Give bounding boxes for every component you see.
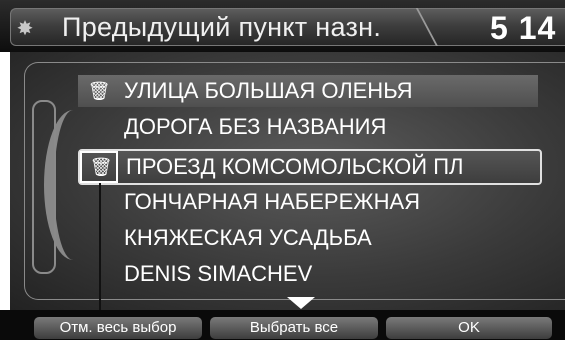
- select-all-button[interactable]: Выбрать все: [210, 317, 378, 339]
- list-item[interactable]: ДОРОГА БЕЗ НАЗВАНИЯ: [78, 111, 538, 143]
- trash-icon: 🗑: [87, 81, 111, 101]
- list-item[interactable]: КНЯЖЕСКАЯ УСАДЬБА: [78, 222, 538, 254]
- scroll-down-arrow-icon[interactable]: [287, 297, 315, 309]
- list-item[interactable]: ГОНЧАРНАЯ НАБЕРЕЖНАЯ: [78, 186, 538, 218]
- page-title: Предыдущий пункт назн.: [62, 12, 382, 42]
- list-item-selected[interactable]: 🗑 ПРОЕЗД КОМСОМОЛЬСКОЙ ПЛ: [78, 149, 542, 185]
- list-item[interactable]: DENIS SIMACHEV: [78, 258, 538, 290]
- scrollbar[interactable]: [32, 100, 56, 274]
- list-item[interactable]: 🗑 УЛИЦА БОЛЬШАЯ ОЛЕНЬЯ: [78, 75, 538, 107]
- nav-screen: ✸ Предыдущий пункт назн. 5 14 🗑 УЛИЦА БО…: [0, 0, 565, 340]
- ok-button[interactable]: OK: [386, 317, 552, 339]
- icon-highlight-box: [80, 151, 118, 183]
- item-counter: 5 14: [490, 10, 557, 46]
- deselect-all-button[interactable]: Отм. весь выбор: [34, 317, 202, 339]
- gear-icon: ✸: [16, 18, 34, 40]
